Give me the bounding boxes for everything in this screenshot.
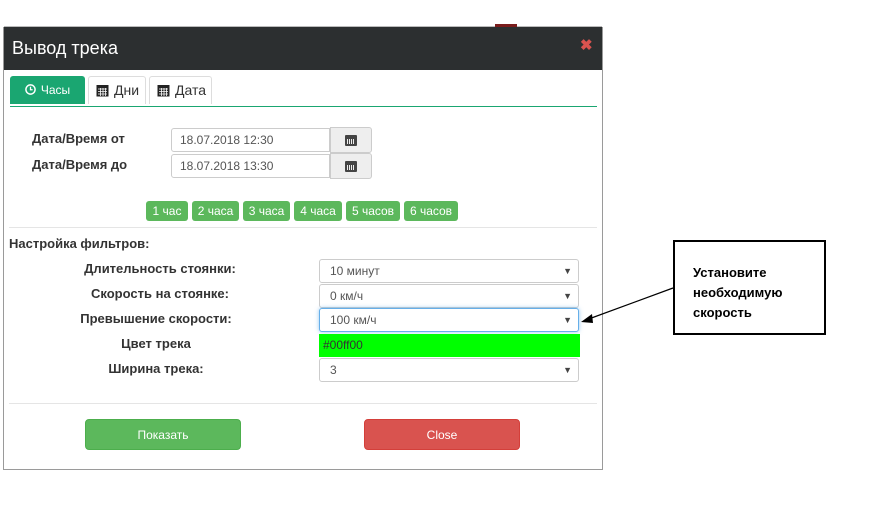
- track-width-select[interactable]: 3 ▼: [319, 358, 579, 382]
- to-label: Дата/Время до: [32, 157, 128, 172]
- divider: [9, 403, 597, 404]
- track-width-value: 3: [330, 363, 337, 377]
- filters-heading: Настройка фильтров:: [9, 236, 150, 251]
- tab-hours[interactable]: Часы: [10, 76, 85, 104]
- track-color-label: Цвет трека: [121, 336, 191, 351]
- annotation-arrow: [581, 287, 674, 323]
- from-calendar-button[interactable]: [330, 127, 372, 153]
- calendar-icon: [157, 77, 170, 104]
- overspeed-value: 100 км/ч: [330, 313, 377, 327]
- clock-icon: [25, 77, 36, 104]
- stop-duration-select[interactable]: 10 минут ▼: [319, 259, 579, 283]
- chevron-down-icon: ▼: [563, 266, 572, 276]
- stop-speed-label: Скорость на стоянке:: [91, 286, 229, 301]
- to-calendar-button[interactable]: [330, 153, 372, 179]
- tab-days-label: Дни: [114, 82, 140, 98]
- tab-days[interactable]: Дни: [88, 76, 146, 104]
- range-3h-button[interactable]: 3 часа: [243, 201, 290, 221]
- calendar-icon: [96, 77, 109, 104]
- stop-duration-value: 10 минут: [330, 264, 380, 278]
- stop-speed-value: 0 км/ч: [330, 289, 364, 303]
- annotation-line-3: скорость: [693, 305, 752, 320]
- tab-hours-label: Часы: [40, 83, 71, 97]
- stop-speed-select[interactable]: 0 км/ч ▼: [319, 284, 579, 308]
- dialog-title: Вывод трека: [12, 38, 118, 58]
- overspeed-select[interactable]: 100 км/ч ▼: [319, 308, 579, 332]
- from-label: Дата/Время от: [32, 131, 125, 146]
- tab-date-label: Дата: [175, 82, 207, 98]
- stop-duration-label: Длительность стоянки:: [84, 261, 236, 276]
- divider: [9, 227, 597, 228]
- range-6h-button[interactable]: 6 часов: [404, 201, 458, 221]
- chevron-down-icon: ▼: [563, 365, 572, 375]
- range-2h-button[interactable]: 2 часа: [192, 201, 239, 221]
- to-datetime-input[interactable]: 18.07.2018 13:30: [171, 154, 330, 178]
- range-1h-button[interactable]: 1 час: [146, 201, 188, 221]
- show-button[interactable]: Показать: [85, 419, 241, 450]
- annotation-line-1: Установите: [693, 265, 767, 280]
- track-color-input[interactable]: #00ff00: [319, 334, 580, 357]
- close-icon[interactable]: ✖: [580, 36, 593, 54]
- range-4h-button[interactable]: 4 часа: [294, 201, 342, 221]
- annotation-note: Установите необходимую скорость: [673, 240, 826, 335]
- tab-date[interactable]: Дата: [149, 76, 212, 104]
- chevron-down-icon: ▼: [563, 291, 572, 301]
- overspeed-label: Превышение скорости:: [80, 311, 232, 326]
- annotation-line-2: необходимую: [693, 285, 783, 300]
- tab-underline: [10, 106, 597, 107]
- calendar-icon: [345, 135, 357, 146]
- chevron-down-icon: ▼: [563, 315, 572, 325]
- close-button[interactable]: Close: [364, 419, 520, 450]
- range-5h-button[interactable]: 5 часов: [346, 201, 400, 221]
- track-width-label: Ширина трека:: [108, 361, 204, 376]
- from-datetime-input[interactable]: 18.07.2018 12:30: [171, 128, 330, 152]
- calendar-icon: [345, 161, 357, 172]
